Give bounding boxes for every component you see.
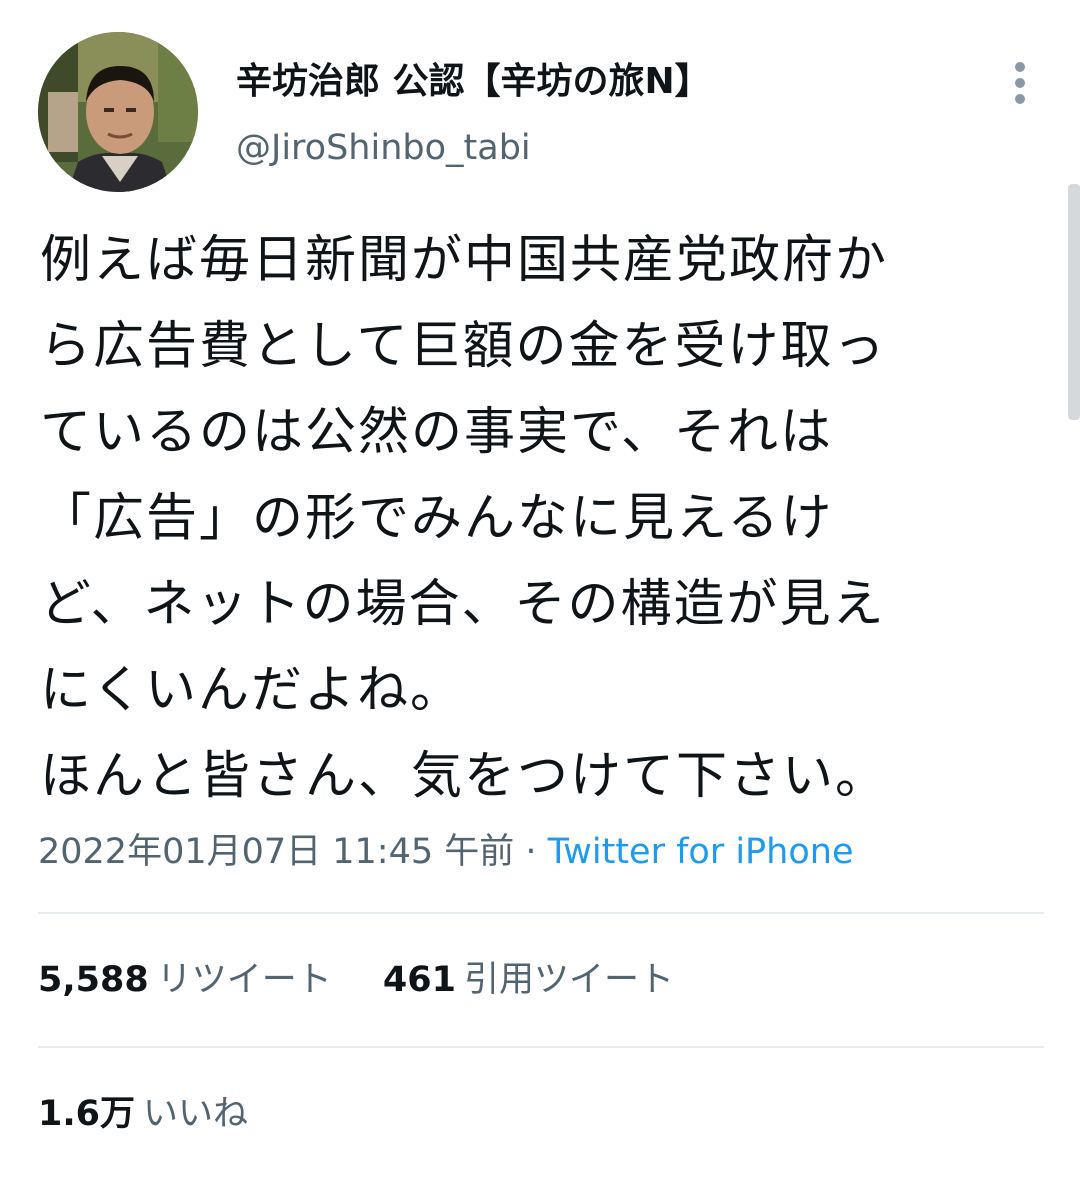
likes-label: いいね <box>143 1094 249 1134</box>
more-options-button[interactable] <box>1000 58 1040 108</box>
tweet-metadata: 2022年01月07日 11:45 午前 · Twitter for iPhon… <box>38 824 853 880</box>
tweet-text-line: ら広告費として巨額の金を受け取っ <box>40 317 887 376</box>
scrollbar-thumb[interactable] <box>1068 184 1080 420</box>
quote-tweets-count: 461 <box>382 960 456 1000</box>
avatar-photo <box>38 32 198 192</box>
engagement-stats-row: 5,588 リツイート 461 引用ツイート <box>38 952 674 1008</box>
likes-count: 1.6万 <box>38 1094 136 1134</box>
tweet-text-line: ているのは公然の事実で、それは <box>40 403 833 462</box>
author-handle[interactable]: @JiroShinbo_tabi <box>236 122 531 174</box>
divider <box>38 912 1044 914</box>
author-display-name[interactable]: 辛坊治郎 公認【辛坊の旅N】 <box>236 54 711 110</box>
divider <box>38 1046 1044 1048</box>
retweets-stat[interactable]: 5,588 リツイート <box>38 952 332 1008</box>
retweets-label: リツイート <box>156 960 332 1000</box>
tweet-text-line: 「広告」の形でみんなに見えるけ <box>40 489 834 548</box>
likes-stat[interactable]: 1.6万 いいね <box>38 1086 248 1142</box>
tweet-text: 例えば毎日新聞が中国共産党政府か ら広告費として巨額の金を受け取っ ているのは公… <box>40 218 1050 820</box>
meta-separator: · <box>514 832 548 872</box>
tweet-timestamp[interactable]: 2022年01月07日 11:45 午前 <box>38 832 514 872</box>
tweet-text-line: にくいんだよね。 <box>40 661 463 720</box>
tweet-text-line: ほんと皆さん、気をつけて下さい。 <box>40 747 889 806</box>
tweet-text-line: 例えば毎日新聞が中国共産党政府か <box>40 231 889 290</box>
retweets-count: 5,588 <box>38 960 149 1000</box>
tweet-text-line: ど、ネットの場合、その構造が見え <box>40 575 886 634</box>
likes-stats-row: 1.6万 いいね <box>38 1086 248 1142</box>
avatar[interactable] <box>38 32 198 192</box>
quote-tweets-label: 引用ツイート <box>463 960 674 1000</box>
tweet-source-link[interactable]: Twitter for iPhone <box>548 832 854 872</box>
quote-tweets-stat[interactable]: 461 引用ツイート <box>383 952 674 1008</box>
